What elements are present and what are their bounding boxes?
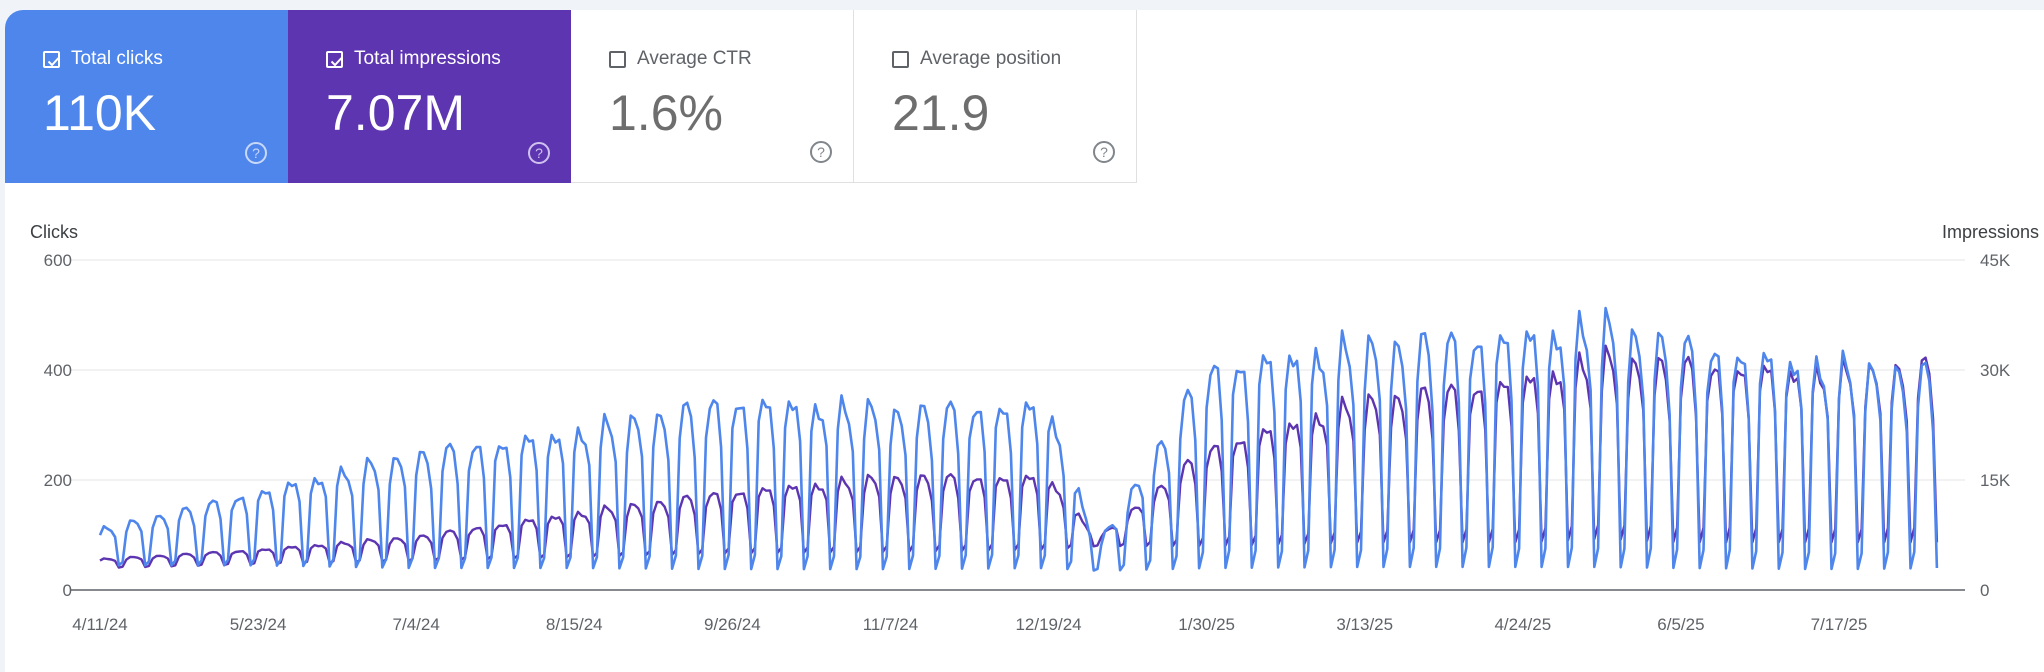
x-tick-label: 8/15/24 [546,615,603,634]
x-tick-label: 4/11/24 [72,615,127,634]
x-tick-label: 3/13/25 [1336,615,1393,634]
y-left-tick-label: 0 [63,581,72,600]
series-line-clicks [98,306,1939,572]
x-tick-label: 7/4/24 [393,615,440,634]
y-left-tick-label: 400 [44,361,72,380]
x-tick-label: 12/19/24 [1015,615,1081,634]
x-tick-label: 11/7/24 [863,615,918,634]
x-tick-label: 7/17/25 [1811,615,1868,634]
x-tick-label: 9/26/24 [704,615,761,634]
y-right-tick-label: 15K [1980,471,2011,490]
y-left-tick-label: 200 [44,471,72,490]
x-tick-label: 6/5/25 [1657,615,1704,634]
y-right-tick-label: 30K [1980,361,2011,380]
y-left-tick-label: 600 [44,251,72,270]
y-right-tick-label: 45K [1980,251,2011,270]
x-tick-label: 4/24/25 [1494,615,1551,634]
x-tick-label: 1/30/25 [1178,615,1235,634]
y-right-tick-label: 0 [1980,581,1989,600]
x-tick-label: 5/23/24 [230,615,287,634]
performance-card: Total clicks 110K ? Total impressions 7.… [5,10,2044,672]
performance-chart: 0 0 200 15K 400 30K 600 45K 4/11/24 5/23/24 7/4/24… [44,251,2011,634]
